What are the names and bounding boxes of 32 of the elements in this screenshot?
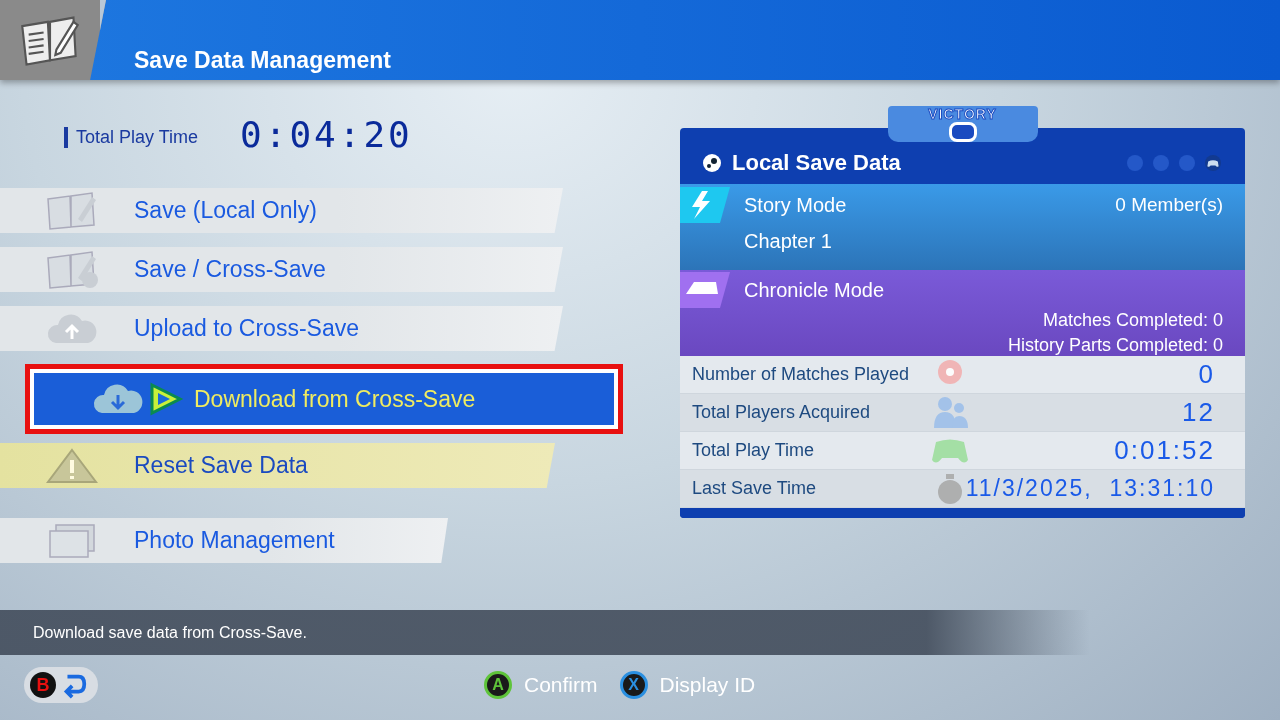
stat-label: Number of Matches Played [692,364,910,385]
chronicle-mode-title: Chronicle Mode [744,278,886,302]
victory-logo: VICTORY [887,106,1038,142]
menu-item[interactable]: Save (Local Only) [0,188,563,233]
member-count: 0 Member(s) [1115,194,1223,216]
chronicle-stat: History Parts Completed: 0 [1007,335,1223,356]
menu-item[interactable]: Photo Management [0,518,448,563]
menu-item[interactable]: Save / Cross-Save [0,247,563,292]
card-title: Local Save Data [732,150,902,176]
stat-label: Last Save Time [692,478,817,499]
controller-button-glyph: X [619,671,648,699]
story-mode-title: Story Mode [744,193,848,217]
controller-button-glyph: A [484,671,512,699]
lightning-bolt-icon [680,187,730,223]
chronicle-stat: Matches Completed: 0 [1042,310,1223,331]
cursor-arrow-icon [148,381,184,417]
button-hint-label: Confirm [524,673,598,697]
back-button[interactable]: B [24,667,98,703]
play-time-value: 0:04:20 [240,113,413,155]
stat-value: 0:01:52 [1114,435,1215,466]
stat-value: 0 [1198,359,1215,390]
screen-title: Save Data Management [134,47,391,74]
stat-label: Total Play Time [692,440,815,461]
stat-value: 12 [1182,397,1215,428]
stat-value: 11/3/2025, 13:31:10 [965,475,1215,502]
play-time-label: Total Play Time [64,126,199,148]
menu-item[interactable]: Reset Save Data [0,443,555,488]
menu-item[interactable]: Upload to Cross-Save [0,306,563,351]
chapter-label: Chapter 1 [744,230,833,253]
button-hint-label: Display ID [659,673,756,697]
help-text: Download save data from Cross-Save. [33,623,307,642]
stat-label: Total Players Acquired [692,402,871,423]
